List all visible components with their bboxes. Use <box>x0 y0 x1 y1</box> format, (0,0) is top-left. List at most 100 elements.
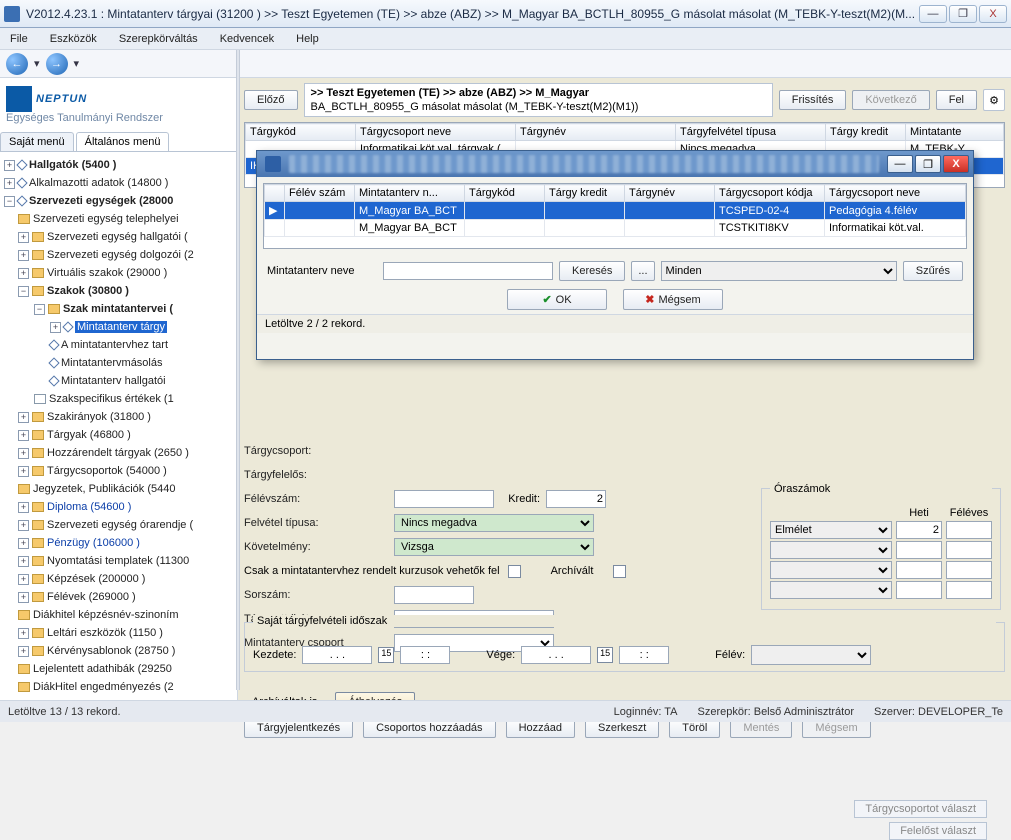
dialog-min-button[interactable]: — <box>887 155 913 173</box>
hours-feleves-4[interactable] <box>946 581 992 599</box>
refresh-button[interactable]: Frissítés <box>779 90 847 110</box>
tree-node[interactable]: Szakspecifikus értékek (1 <box>49 393 174 405</box>
minimize-button[interactable]: — <box>919 5 947 23</box>
tree-node[interactable]: Mintatantervmásolás <box>61 357 163 369</box>
felev-select[interactable] <box>751 645 871 665</box>
hours-type-select-4[interactable] <box>770 581 892 599</box>
col-felvetel[interactable]: Tárgyfelvétel típusa <box>676 124 826 141</box>
hours-heti-3[interactable] <box>896 561 942 579</box>
tree-node[interactable]: Félévek (269000 ) <box>47 591 136 603</box>
dialog-ok-button[interactable]: ✔OK <box>507 289 607 310</box>
dcol-targynev[interactable]: Tárgynév <box>625 185 715 202</box>
start-time-input[interactable] <box>400 646 450 664</box>
tree-node[interactable]: Szervezeti egység órarendje ( <box>47 519 193 531</box>
start-date-input[interactable] <box>302 646 372 664</box>
dialog-search-input[interactable] <box>383 262 553 280</box>
menu-file[interactable]: File <box>6 31 32 47</box>
felevszam-input[interactable] <box>394 490 494 508</box>
hours-feleves-3[interactable] <box>946 561 992 579</box>
choose-group-button[interactable]: Tárgycsoportot választ <box>854 800 987 818</box>
hours-feleves-2[interactable] <box>946 541 992 559</box>
dialog-row[interactable]: M_Magyar BA_BCTTCSTKITI8KVInformatikai k… <box>265 220 966 237</box>
tree-node[interactable]: Leltári eszközök (1150 ) <box>47 627 163 639</box>
tree-node[interactable]: Diákhitel képzésnév-szinoním <box>33 609 179 621</box>
maximize-button[interactable]: ❐ <box>949 5 977 23</box>
col-targycsoport[interactable]: Tárgycsoport neve <box>356 124 516 141</box>
tree-node[interactable]: Szakok (30800 ) <box>47 285 129 297</box>
tree-node[interactable]: Lejelentett adathibák (29250 <box>33 663 172 675</box>
tab-own-menu[interactable]: Saját menü <box>0 132 74 151</box>
dialog-dots-button[interactable]: ... <box>631 261 654 281</box>
tree-node[interactable]: Alkalmazotti adatok (14800 ) <box>29 177 168 189</box>
hours-heti-4[interactable] <box>896 581 942 599</box>
hours-heti-2[interactable] <box>896 541 942 559</box>
tree-node[interactable]: Tárgyak (46800 ) <box>47 429 131 441</box>
felvtip-select[interactable]: Nincs megadva <box>394 514 594 532</box>
tree-node[interactable]: Szervezeti egység telephelyei <box>33 213 179 225</box>
tree-node[interactable]: Diploma (54600 ) <box>47 501 131 513</box>
only-curriculum-checkbox[interactable] <box>508 565 521 578</box>
menu-favorites[interactable]: Kedvencek <box>216 31 278 47</box>
dialog-grid[interactable]: Félév szám Mintatanterv n... Tárgykód Tá… <box>263 183 967 249</box>
tree-view[interactable]: +Hallgatók (5400 ) +Alkalmazotti adatok … <box>0 152 237 702</box>
tree-node[interactable]: Virtuális szakok (29000 ) <box>47 267 167 279</box>
dialog-max-button[interactable]: ❐ <box>915 155 941 173</box>
end-time-input[interactable] <box>619 646 669 664</box>
back-button[interactable]: ← <box>6 53 28 75</box>
dcol-targykod[interactable]: Tárgykód <box>465 185 545 202</box>
tree-node[interactable]: Szervezeti egység dolgozói (2 <box>47 249 194 261</box>
tree-node[interactable]: Szervezeti egység hallgatói ( <box>47 231 188 243</box>
hours-type-select[interactable]: Elmélet <box>770 521 892 539</box>
tree-node[interactable]: Mintatanterv hallgatói <box>61 375 166 387</box>
dialog-filter-button[interactable]: Szűrés <box>903 261 963 281</box>
end-date-input[interactable] <box>521 646 591 664</box>
tree-node[interactable]: Képzések (200000 ) <box>47 573 145 585</box>
dcol-felevszam[interactable]: Félév szám <box>285 185 355 202</box>
menu-help[interactable]: Help <box>292 31 323 47</box>
dialog-row-selected[interactable]: ▶M_Magyar BA_BCTTCSPED-02-4Pedagógia 4.f… <box>265 202 966 220</box>
hours-feleves-input[interactable] <box>946 521 992 539</box>
tree-node[interactable]: Pénzügy (106000 ) <box>47 537 140 549</box>
hours-heti-input[interactable] <box>896 521 942 539</box>
tree-node[interactable]: A mintatantervhez tart <box>61 339 168 351</box>
splitter[interactable] <box>236 50 240 690</box>
col-kredit[interactable]: Tárgy kredit <box>826 124 906 141</box>
tree-node[interactable]: Jegyzetek, Publikációk (5440 <box>33 483 175 495</box>
hours-type-select-2[interactable] <box>770 541 892 559</box>
dcol-kredit[interactable]: Tárgy kredit <box>545 185 625 202</box>
prev-button[interactable]: Előző <box>244 90 298 110</box>
dialog-filter-select[interactable]: Minden <box>661 261 897 281</box>
tree-node[interactable]: Tárgycsoportok (54000 ) <box>47 465 167 477</box>
tree-node[interactable]: Hallgatók (5400 ) <box>29 159 116 171</box>
tree-node-selected[interactable]: Mintatanterv tárgy <box>75 321 167 333</box>
up-button[interactable]: Fel <box>936 90 977 110</box>
tree-node[interactable]: DiákHitel engedményezés (2 <box>33 681 174 693</box>
dcol-tcskod[interactable]: Tárgycsoport kódja <box>715 185 825 202</box>
dialog-cancel-button[interactable]: ✖Mégsem <box>623 289 723 310</box>
hours-type-select-3[interactable] <box>770 561 892 579</box>
kredit-input[interactable] <box>546 490 606 508</box>
choose-responsible-button[interactable]: Felelőst választ <box>889 822 987 840</box>
dialog-close-button[interactable]: X <box>943 155 969 173</box>
tree-node[interactable]: Hozzárendelt tárgyak (2650 ) <box>47 447 189 459</box>
sorszam-input[interactable] <box>394 586 474 604</box>
dcol-mintatanterv[interactable]: Mintatanterv n... <box>355 185 465 202</box>
calendar-icon[interactable]: 15 <box>378 647 394 663</box>
menu-role[interactable]: Szerepkörváltás <box>115 31 202 47</box>
tree-node[interactable]: Kérvénysablonok (28750 ) <box>47 645 175 657</box>
gear-icon[interactable]: ⚙ <box>983 89 1005 111</box>
tab-general-menu[interactable]: Általános menü <box>76 132 170 151</box>
col-targykod[interactable]: Tárgykód <box>246 124 356 141</box>
next-button[interactable]: Következő <box>852 90 929 110</box>
menu-tools[interactable]: Eszközök <box>46 31 101 47</box>
col-mintatanterv[interactable]: Mintatante <box>906 124 1004 141</box>
calendar-icon[interactable]: 15 <box>597 647 613 663</box>
tree-node[interactable]: Szak mintatantervei ( <box>63 303 173 315</box>
archived-checkbox[interactable] <box>613 565 626 578</box>
col-targynev[interactable]: Tárgynév <box>516 124 676 141</box>
dcol-tcsneve[interactable]: Tárgycsoport neve <box>825 185 966 202</box>
tree-node[interactable]: Nyomtatási templatek (11300 <box>47 555 189 567</box>
tree-node[interactable]: Szervezeti egységek (28000 <box>29 195 173 207</box>
tree-node[interactable]: Szakirányok (31800 ) <box>47 411 151 423</box>
forward-button[interactable]: → <box>46 53 68 75</box>
